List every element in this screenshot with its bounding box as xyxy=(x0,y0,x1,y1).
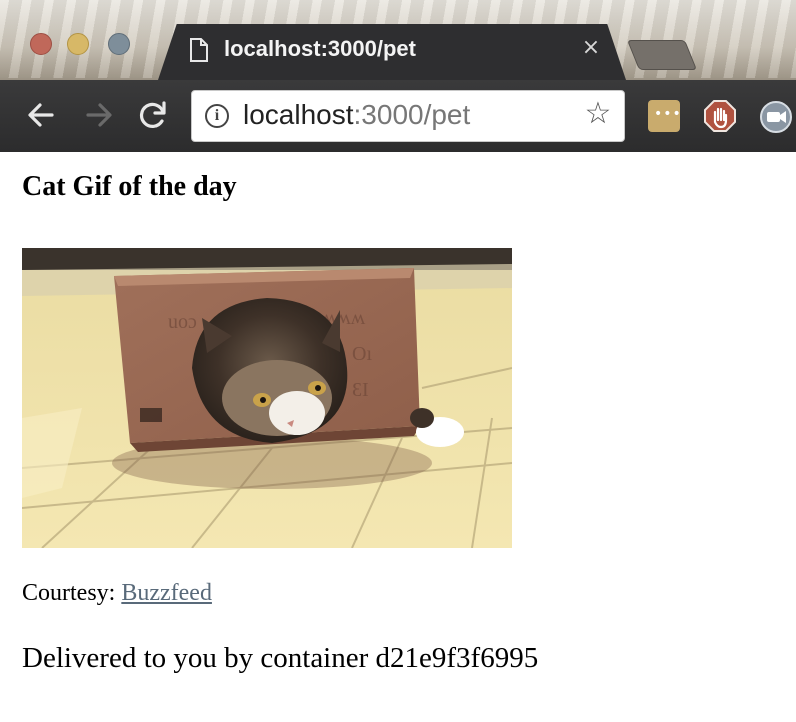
cat-gif-image: uoɔ ʍʍʍ Oı ƐI xyxy=(22,248,512,548)
reload-icon[interactable] xyxy=(136,95,170,135)
camera-extension-icon[interactable] xyxy=(759,100,793,134)
window-zoom-button[interactable] xyxy=(108,33,130,55)
url-text[interactable]: localhost:3000/pet xyxy=(243,99,470,131)
more-extension-icon[interactable]: ••• xyxy=(648,100,681,132)
url-path: :3000/pet xyxy=(353,99,471,130)
delivered-by-container-text: Delivered to you by container d21e9f3f69… xyxy=(22,642,539,674)
close-icon[interactable]: × xyxy=(579,36,603,60)
window-minimize-button[interactable] xyxy=(67,33,89,55)
new-tab-button[interactable] xyxy=(626,40,698,70)
svg-text:Oı: Oı xyxy=(352,343,372,365)
stop-hand-extension-icon[interactable] xyxy=(704,100,736,132)
svg-text:ƐI: ƐI xyxy=(352,379,369,401)
courtesy-line: Courtesy: Buzzfeed xyxy=(22,580,212,607)
back-arrow-icon[interactable] xyxy=(24,95,58,135)
url-host: localhost xyxy=(243,99,354,130)
forward-arrow-icon[interactable] xyxy=(82,95,116,135)
courtesy-label: Courtesy: xyxy=(22,580,116,606)
page-title: Cat Gif of the day xyxy=(22,171,237,202)
buzzfeed-link[interactable]: Buzzfeed xyxy=(121,580,212,606)
info-icon[interactable]: i xyxy=(205,104,229,128)
window-close-button[interactable] xyxy=(30,33,52,55)
svg-text:uoɔ: uoɔ xyxy=(168,311,197,333)
star-icon[interactable]: ☆ xyxy=(582,98,614,130)
page-icon xyxy=(190,38,208,62)
tab-title: localhost:3000/pet xyxy=(224,36,416,61)
